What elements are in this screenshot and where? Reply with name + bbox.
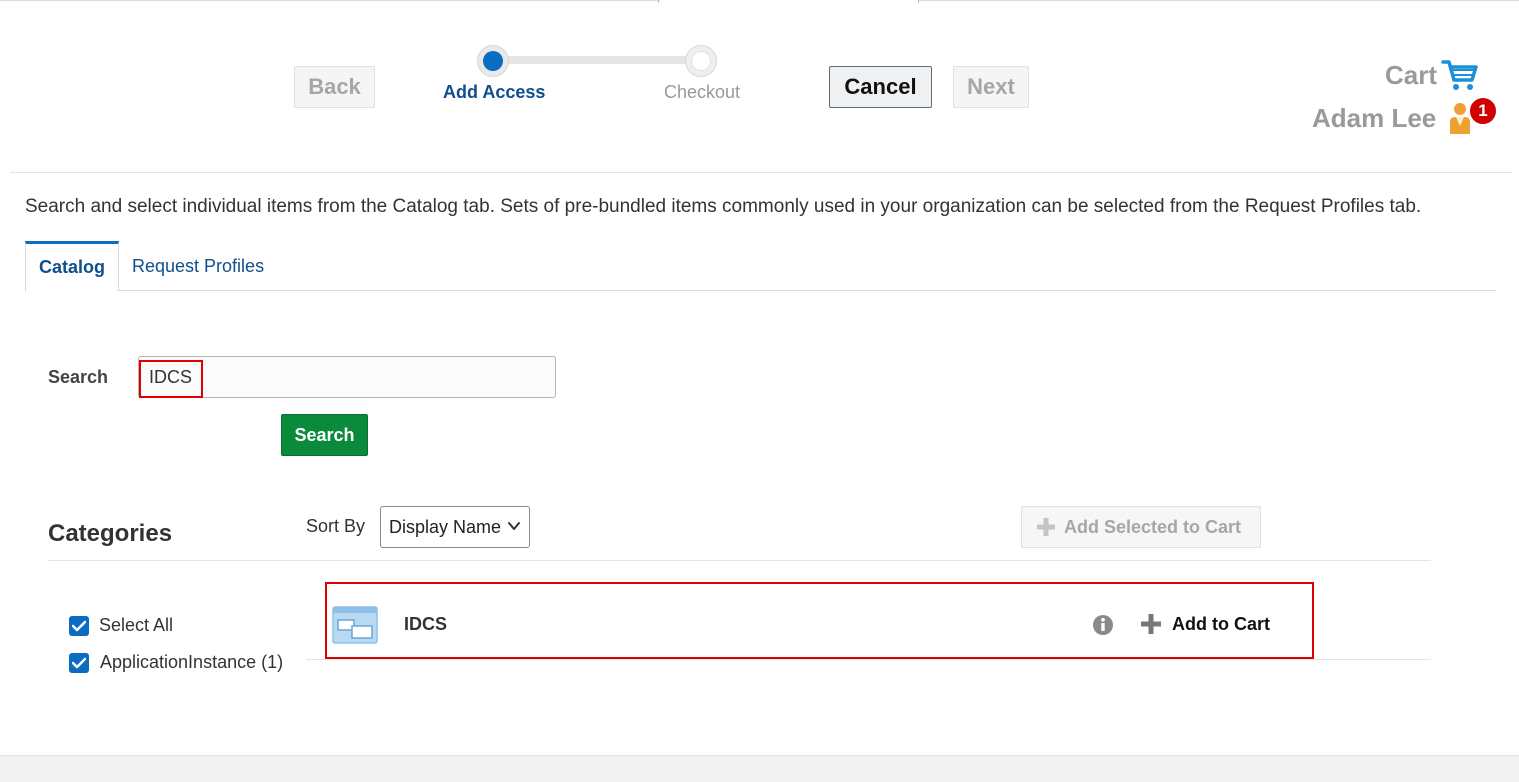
add-selected-label: Add Selected to Cart — [1064, 516, 1242, 537]
top-divider-tick — [658, 0, 659, 3]
sort-by-label: Sort By — [306, 516, 366, 536]
categories-title: Categories — [48, 520, 173, 547]
search-input[interactable] — [138, 356, 556, 398]
sort-by-select[interactable]: Display Name — [380, 506, 530, 548]
cancel-button[interactable]: Cancel — [829, 66, 932, 108]
plus-icon — [1037, 518, 1055, 536]
application-instance-label[interactable]: ApplicationInstance (1) — [100, 652, 283, 673]
train-connector — [494, 56, 702, 64]
train-stop-checkout[interactable] — [685, 45, 717, 77]
application-instance-checkbox[interactable] — [69, 653, 89, 673]
notification-badge[interactable]: 1 — [1468, 96, 1498, 126]
result-item-name[interactable]: IDCS — [404, 614, 447, 635]
search-button[interactable]: Search — [281, 414, 368, 456]
application-instance-icon — [332, 606, 378, 649]
tab-request-profiles[interactable]: Request Profiles — [118, 241, 283, 291]
back-button[interactable]: Back — [294, 66, 375, 108]
train-label-checkout[interactable]: Checkout — [664, 82, 740, 103]
train-stop-dot — [691, 51, 711, 71]
select-all-checkbox[interactable] — [69, 616, 89, 636]
add-selected-to-cart-button[interactable]: Add Selected to Cart — [1021, 506, 1261, 548]
checkmark-icon — [72, 620, 86, 632]
categories-divider — [48, 560, 1431, 561]
tabs-divider — [25, 290, 1496, 291]
intro-text: Search and select individual items from … — [25, 196, 1422, 217]
result-row-divider — [306, 659, 1431, 660]
train-stop-current-dot — [483, 51, 503, 71]
next-button[interactable]: Next — [953, 66, 1029, 108]
cart-icon[interactable] — [1441, 58, 1479, 97]
add-to-cart-label: Add to Cart — [1172, 613, 1270, 634]
add-to-cart-button[interactable]: Add to Cart — [1140, 613, 1270, 635]
cart-label[interactable]: Cart — [1385, 60, 1437, 91]
chevron-down-icon — [508, 522, 520, 530]
select-all-label[interactable]: Select All — [99, 615, 173, 636]
footer-bar — [0, 755, 1519, 782]
sort-by-value: Display Name — [389, 516, 502, 537]
user-name[interactable]: Adam Lee — [1312, 103, 1436, 134]
plus-icon — [1141, 614, 1161, 634]
header-divider — [10, 172, 1512, 173]
top-divider-right — [918, 0, 1519, 1]
search-label: Search — [48, 367, 109, 387]
top-divider-tick — [918, 0, 919, 3]
tab-catalog[interactable]: Catalog — [25, 241, 119, 291]
train-label-add-access[interactable]: Add Access — [443, 82, 545, 103]
info-icon[interactable] — [1092, 614, 1114, 641]
top-divider-left — [0, 0, 660, 1]
checkmark-icon — [72, 657, 86, 669]
train-stop-add-access[interactable] — [477, 45, 509, 77]
